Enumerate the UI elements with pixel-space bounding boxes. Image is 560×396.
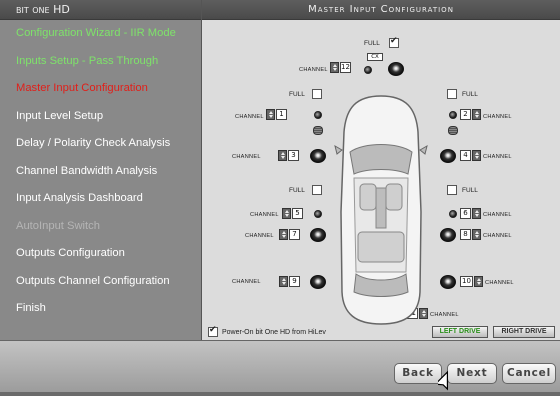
full-checkbox-front-left[interactable] bbox=[312, 89, 322, 99]
channel-stepper-7[interactable] bbox=[279, 229, 288, 240]
channel-label-8: CHANNEL bbox=[483, 233, 512, 239]
sidebar-item-autoinput-switch: AutoInput Switch bbox=[16, 219, 100, 232]
sidebar-item-outputs-configuration[interactable]: Outputs Configuration bbox=[0, 240, 201, 268]
channel-label-7: CHANNEL bbox=[245, 233, 274, 239]
channel-number-9: 9 bbox=[289, 276, 300, 287]
channel-stepper-3[interactable] bbox=[278, 150, 287, 161]
left-drive-button[interactable]: LEFT DRIVE bbox=[432, 326, 488, 338]
channel-label-5: CHANNEL bbox=[250, 212, 279, 218]
cx-label: CX bbox=[367, 53, 383, 61]
channel-number-4: 4 bbox=[460, 150, 471, 161]
channel-label-center: CHANNEL bbox=[299, 67, 328, 73]
full-label-front-right: FULL bbox=[462, 91, 478, 98]
channel-label-3: CHANNEL bbox=[232, 154, 261, 160]
channel-stepper-9[interactable] bbox=[279, 276, 288, 287]
channel-number-center: 12 bbox=[340, 62, 351, 73]
channel-stepper-10[interactable] bbox=[474, 276, 483, 287]
rear-left-tweeter-icon bbox=[314, 210, 322, 218]
power-on-checkbox[interactable] bbox=[208, 325, 218, 337]
sidebar-item-channel-bandwidth-analysis[interactable]: Channel Bandwidth Analysis bbox=[0, 158, 201, 186]
front-left-midrange-icon bbox=[313, 126, 323, 135]
channel-stepper-8[interactable] bbox=[472, 229, 481, 240]
sidebar-item-master-input-configuration[interactable]: Master Input Configuration bbox=[0, 75, 201, 103]
channel-number-3: 3 bbox=[288, 150, 299, 161]
channel-stepper-6[interactable] bbox=[472, 208, 481, 219]
sidebar-item-inputs-setup-pass-through[interactable]: Inputs Setup - Pass Through bbox=[0, 48, 201, 76]
channel-label-9: CHANNEL bbox=[232, 279, 261, 285]
mouse-cursor-icon bbox=[434, 368, 462, 392]
full-label-rear-right: FULL bbox=[462, 187, 478, 194]
front-right-midrange-icon bbox=[448, 126, 458, 135]
full-checkbox-rear-left[interactable] bbox=[312, 185, 322, 195]
rear-right-sub-icon bbox=[440, 275, 456, 289]
back-button[interactable]: Back bbox=[394, 363, 442, 384]
center-tweeter-icon bbox=[364, 66, 372, 74]
rear-right-tweeter-icon bbox=[449, 210, 457, 218]
channel-label-11: CHANNEL bbox=[430, 312, 459, 318]
channel-stepper-center[interactable] bbox=[330, 62, 339, 73]
speaker-config-panel: FULL CX CHANNEL 12 FULL FULL CHANNEL 1 2… bbox=[202, 20, 560, 340]
sidebar-item-delay-polarity-check-analysis[interactable]: Delay / Polarity Check Analysis bbox=[0, 130, 201, 158]
sidebar-item-configuration-wizard-iir-mode[interactable]: Configuration Wizard - IIR Mode bbox=[0, 20, 201, 48]
main-panel: Master Input Configuration FULL CX CHANN… bbox=[201, 0, 560, 340]
front-left-woofer-icon bbox=[310, 149, 326, 163]
sidebar-item-input-analysis-dashboard[interactable]: Input Analysis Dashboard bbox=[0, 185, 201, 213]
channel-stepper-1[interactable] bbox=[266, 109, 275, 120]
rear-left-sub-icon bbox=[310, 275, 326, 289]
cancel-button[interactable]: Cancel bbox=[502, 363, 556, 384]
channel-label-6: CHANNEL bbox=[483, 212, 512, 218]
sidebar-item-outputs-channel-configuration[interactable]: Outputs Channel Configuration bbox=[0, 268, 201, 296]
front-right-woofer-icon bbox=[440, 149, 456, 163]
channel-number-8: 8 bbox=[460, 229, 471, 240]
full-checkbox-front-right[interactable] bbox=[447, 89, 457, 99]
full-label-rear-left: FULL bbox=[289, 187, 305, 194]
right-drive-button[interactable]: RIGHT DRIVE bbox=[493, 326, 555, 338]
channel-number-6: 6 bbox=[460, 208, 471, 219]
channel-number-10: 10 bbox=[460, 276, 473, 287]
channel-label-4: CHANNEL bbox=[483, 154, 512, 160]
full-label-center: FULL bbox=[364, 40, 380, 47]
car-top-view-icon bbox=[334, 92, 428, 328]
rear-right-woofer-icon bbox=[440, 228, 456, 242]
sidebar-item-input-level-setup[interactable]: Input Level Setup bbox=[0, 103, 201, 131]
channel-label-1: CHANNEL bbox=[235, 114, 264, 120]
power-on-label: Power-On bit One HD from HiLev bbox=[222, 329, 326, 336]
full-checkbox-rear-right[interactable] bbox=[447, 185, 457, 195]
channel-label-10: CHANNEL bbox=[485, 280, 514, 286]
sidebar: bit one HD Configuration Wizard - IIR Mo… bbox=[0, 0, 201, 340]
channel-stepper-4[interactable] bbox=[472, 150, 481, 161]
channel-number-2: 2 bbox=[460, 109, 471, 120]
channel-number-5: 5 bbox=[292, 208, 303, 219]
channel-label-2: CHANNEL bbox=[483, 114, 512, 120]
channel-number-1: 1 bbox=[276, 109, 287, 120]
footer-bar: Back Next Cancel bbox=[0, 340, 560, 392]
app-window: bit one HD Configuration Wizard - IIR Mo… bbox=[0, 0, 560, 392]
full-checkbox-center[interactable] bbox=[389, 36, 399, 48]
page-title: Master Input Configuration bbox=[202, 0, 560, 20]
rear-left-woofer-icon bbox=[310, 228, 326, 242]
sidebar-item-finish[interactable]: Finish bbox=[0, 295, 201, 323]
center-speaker-icon bbox=[388, 62, 404, 76]
wizard-step-list: Configuration Wizard - IIR Mode Inputs Se… bbox=[0, 20, 201, 323]
front-right-tweeter-icon bbox=[449, 111, 457, 119]
sidebar-title: bit one HD bbox=[0, 0, 201, 20]
front-left-tweeter-icon bbox=[314, 111, 322, 119]
channel-stepper-5[interactable] bbox=[282, 208, 291, 219]
channel-stepper-2[interactable] bbox=[472, 109, 481, 120]
channel-number-7: 7 bbox=[289, 229, 300, 240]
full-label-front-left: FULL bbox=[289, 91, 305, 98]
